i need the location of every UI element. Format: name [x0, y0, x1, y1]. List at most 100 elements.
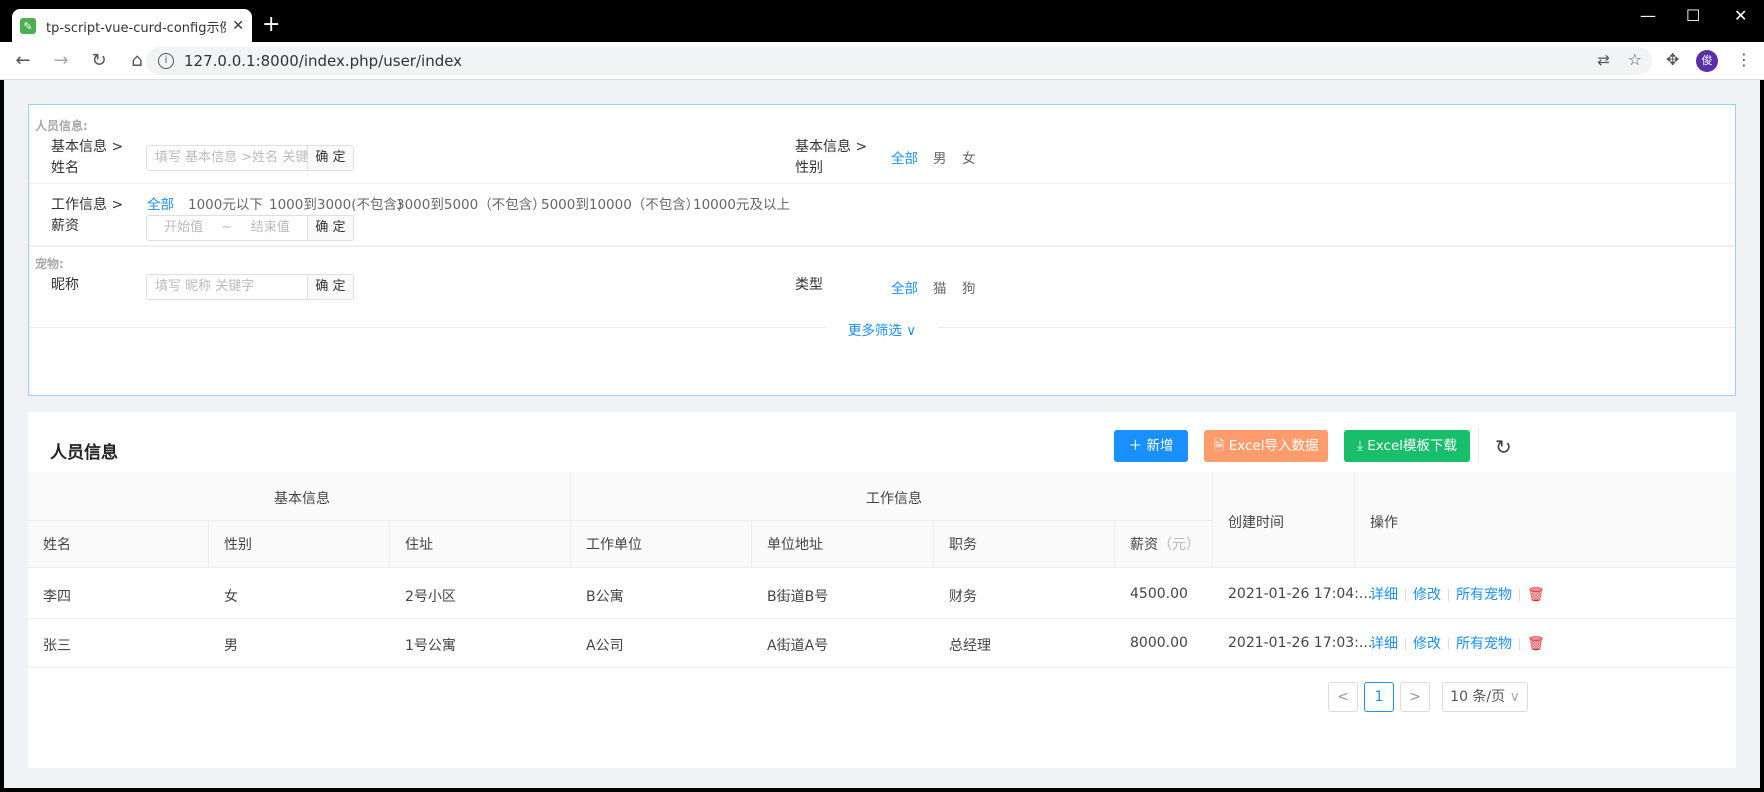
excel-template-download-button[interactable]: ⤓ Excel模板下载 [1344, 430, 1470, 462]
next-page-button[interactable]: > [1400, 682, 1430, 712]
url-field[interactable]: i 127.0.0.1:8000/index.php/user/index ⇄ … [146, 47, 1652, 75]
header-name: 姓名 [43, 537, 71, 553]
filter-label-type: 类型 [795, 277, 823, 293]
name-search-input[interactable]: 填写 基本信息 >姓名 关键... 确 定 [146, 145, 354, 171]
minimize-icon[interactable]: — [1640, 6, 1656, 25]
salary-end-input[interactable]: 结束值 [251, 216, 290, 240]
filter-label-sex: 基本信息 >性别 [795, 139, 868, 176]
header-salary: 薪资（元） [1130, 534, 1200, 554]
url-text: 127.0.0.1:8000/index.php/user/index [184, 52, 463, 70]
group-header-work: 工作信息 [866, 491, 922, 507]
col-divider [1354, 472, 1355, 568]
nick-search-input[interactable]: 填写 昵称 关键字 确 定 [146, 274, 354, 300]
group-header-basic: 基本信息 [274, 491, 330, 507]
salary-option[interactable]: 10000元及以上 [693, 193, 790, 213]
cell-sex: 女 [224, 589, 238, 605]
cell-post: 总经理 [949, 638, 991, 654]
filter-group-divider [29, 245, 1735, 247]
extensions-icon[interactable]: ✥ [1666, 50, 1679, 69]
salary-start-input[interactable]: 开始值 [164, 216, 203, 240]
browser-menu-icon[interactable]: ⋮ [1736, 50, 1752, 69]
salary-option[interactable]: 3000到5000（不包含） [396, 193, 546, 213]
filter-label-name: 基本信息 >姓名 [51, 139, 124, 176]
refresh-icon[interactable]: ↻ [1495, 435, 1512, 459]
tab-close-icon[interactable]: ✕ [232, 18, 244, 34]
more-filters-toggle[interactable]: 更多筛选 ∨ [29, 319, 1735, 339]
cell-address: 1号公寓 [405, 638, 456, 654]
row-divider [28, 667, 1736, 668]
header-salary-label: 薪资 [1130, 537, 1158, 553]
col-divider [1114, 520, 1115, 568]
col-divider [208, 520, 209, 568]
cell-company: A公司 [586, 638, 624, 654]
sex-option-male[interactable]: 男 [933, 147, 947, 167]
edit-link[interactable]: 修改 [1413, 587, 1441, 603]
new-tab-icon[interactable]: + [262, 12, 280, 38]
action-divider [1448, 638, 1449, 650]
type-option-all[interactable]: 全部 [891, 277, 918, 297]
forward-icon[interactable]: → [46, 50, 76, 71]
action-divider [1448, 589, 1449, 601]
site-favicon-icon: ✎ [20, 18, 36, 34]
detail-link[interactable]: 详细 [1370, 587, 1398, 603]
browser-window: ✎ tp-script-vue-curd-config示例 ✕ + — ☐ ✕ … [0, 0, 1764, 792]
salary-option[interactable]: 5000到10000（不包含） [541, 193, 699, 213]
browser-tab[interactable]: ✎ tp-script-vue-curd-config示例 ✕ [12, 9, 252, 43]
page-1-button[interactable]: 1 [1364, 682, 1394, 712]
col-divider [389, 520, 390, 568]
detail-link[interactable]: 详细 [1370, 636, 1398, 652]
name-search-confirm-button[interactable]: 确 定 [307, 146, 353, 170]
nick-search-confirm-button[interactable]: 确 定 [307, 275, 353, 299]
excel-download-label: Excel模板下载 [1367, 438, 1458, 454]
salary-option[interactable]: 1000元以下 [188, 193, 263, 213]
page-size-select[interactable]: 10 条/页 ∨ [1442, 682, 1528, 712]
header-created: 创建时间 [1228, 515, 1284, 531]
toolbar-divider [1478, 428, 1479, 462]
window-close-icon[interactable]: ✕ [1734, 6, 1747, 25]
header-post: 职务 [949, 537, 977, 553]
edit-link[interactable]: 修改 [1413, 636, 1441, 652]
add-button[interactable]: ＋ 新增 [1114, 430, 1188, 462]
page-size-value: 10 条/页 [1450, 689, 1506, 705]
action-divider [1519, 638, 1520, 650]
header-operation: 操作 [1370, 515, 1398, 531]
translate-icon[interactable]: ⇄ [1597, 51, 1610, 69]
salary-range-fields: 开始值 ~ 结束值 [147, 216, 307, 240]
type-option-dog[interactable]: 狗 [962, 277, 976, 297]
salary-range-input[interactable]: 开始值 ~ 结束值 确 定 [146, 215, 354, 241]
sex-option-all[interactable]: 全部 [891, 147, 918, 167]
maximize-icon[interactable]: ☐ [1686, 6, 1700, 25]
download-icon: ⤓ [1356, 438, 1368, 454]
filter-panel: 人员信息: 基本信息 >姓名 填写 基本信息 >姓名 关键... 确 定 基本信… [28, 104, 1736, 396]
delete-icon[interactable]: 🗑 [1527, 636, 1545, 652]
salary-option[interactable]: 1000到3000(不包含) [269, 193, 402, 213]
pets-link[interactable]: 所有宠物 [1456, 587, 1512, 603]
back-icon[interactable]: ← [8, 50, 38, 71]
page-content: 人员信息: 基本信息 >姓名 填写 基本信息 >姓名 关键... 确 定 基本信… [4, 80, 1760, 788]
bookmark-star-icon[interactable]: ☆ [1628, 50, 1642, 69]
site-info-icon[interactable]: i [158, 53, 174, 69]
filter-group-title: 人员信息: [35, 119, 88, 133]
type-option-cat[interactable]: 猫 [933, 277, 947, 297]
plus-icon: ＋ [1128, 438, 1147, 454]
cell-created: 2021-01-26 17:04:... [1228, 586, 1373, 602]
list-title: 人员信息 [50, 443, 118, 463]
prev-page-button[interactable]: < [1328, 682, 1358, 712]
salary-confirm-button[interactable]: 确 定 [307, 216, 353, 240]
name-search-placeholder: 填写 基本信息 >姓名 关键... [155, 150, 307, 165]
filter-group-title-pets: 宠物: [35, 257, 64, 271]
sex-option-female[interactable]: 女 [962, 147, 976, 167]
delete-icon[interactable]: 🗑 [1527, 587, 1545, 603]
filter-label-salary: 工作信息 >薪资 [51, 197, 124, 234]
cell-actions: 详细 修改 所有宠物 🗑 [1370, 633, 1545, 653]
reload-icon[interactable]: ↻ [84, 50, 114, 71]
cell-address: 2号小区 [405, 589, 456, 605]
profile-avatar[interactable]: 俊 [1696, 50, 1718, 72]
pets-link[interactable]: 所有宠物 [1456, 636, 1512, 652]
excel-import-label: Excel导入数据 [1228, 438, 1319, 454]
file-icon: 🗎 [1213, 438, 1229, 454]
salary-option-all[interactable]: 全部 [147, 193, 174, 213]
excel-import-button[interactable]: 🗎 Excel导入数据 [1204, 430, 1328, 462]
cell-name: 李四 [43, 589, 71, 605]
more-filters-label[interactable]: 更多筛选 ∨ [825, 323, 939, 339]
